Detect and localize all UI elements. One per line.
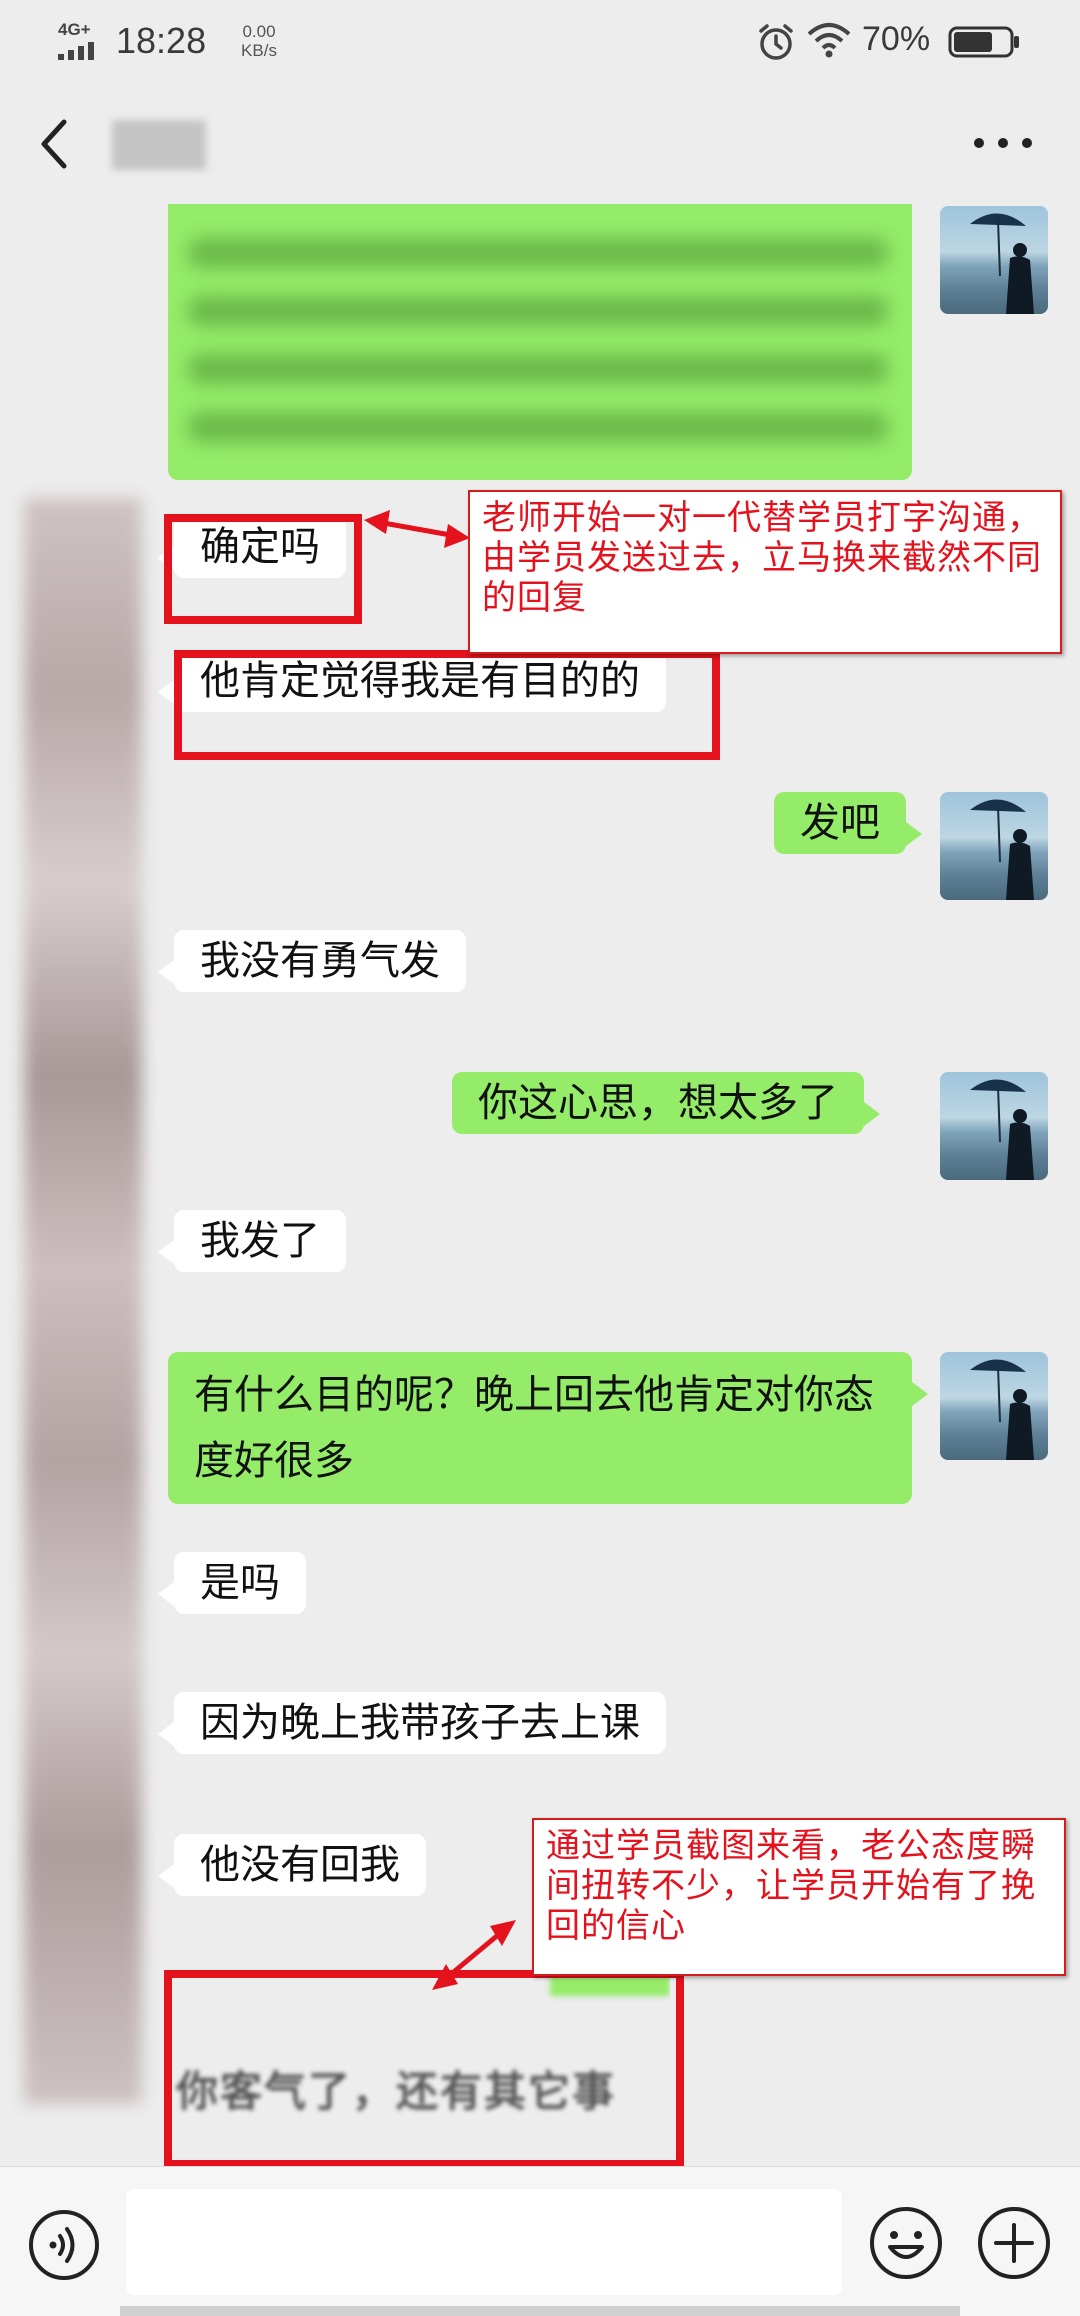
voice-icon[interactable] — [26, 2207, 102, 2283]
message-bubble[interactable]: 我没有勇气发 — [158, 930, 466, 992]
message-bubble[interactable]: 确定吗 — [158, 516, 346, 578]
message-bubble[interactable]: 你这心思，想太多了 — [452, 1072, 880, 1134]
battery-percent: 70% — [862, 20, 931, 58]
network-speed: 0.00 KB/s — [231, 22, 287, 60]
annotation-note: 老师开始一对一代替学员打字沟通，由学员发送过去，立马换来截然不同的回复 — [468, 490, 1062, 654]
avatar[interactable] — [940, 792, 1048, 900]
wifi-icon — [807, 23, 851, 58]
message-text: 发吧 — [800, 800, 880, 846]
message-text: 你这心思，想太多了 — [478, 1080, 838, 1126]
message-text: 因为晚上我带孩子去上课 — [200, 1700, 640, 1746]
status-time: 18:28 — [116, 20, 207, 61]
speed-unit: KB/s — [241, 41, 277, 60]
input-bar — [0, 2166, 1080, 2316]
message-list[interactable]: 确定吗 他肯定觉得我是有目的的 发吧 我没有勇气发 你这心思，想太多了 我发了 … — [0, 204, 1080, 2168]
message-bubble[interactable]: 有什么目的呢？晚上回去他肯定对你态度好很多 — [168, 1352, 928, 1504]
annotation-text: 老师开始一对一代替学员打字沟通，由学员发送过去，立马换来截然不同的回复 — [482, 498, 1042, 618]
avatar[interactable] — [940, 1072, 1048, 1180]
message-bubble[interactable]: 我发了 — [158, 1210, 346, 1272]
message-bubble[interactable]: 他肯定觉得我是有目的的 — [158, 650, 666, 712]
emoji-icon[interactable] — [866, 2203, 946, 2283]
message-bubble[interactable]: 是吗 — [158, 1552, 306, 1614]
annotation-text: 通过学员截图来看，老公态度瞬间扭转不少，让学员开始有了挽回的信心 — [546, 1826, 1036, 1946]
signal-icon: 4G+ — [58, 20, 104, 60]
message-text: 他没有回我 — [200, 1842, 400, 1888]
message-bubble[interactable]: 发吧 — [774, 792, 922, 854]
snippet-text: 你客气了，还有其它事 — [176, 2067, 617, 2116]
message-bubble[interactable]: 他没有回我 — [158, 1834, 426, 1896]
message-text: 有什么目的呢？晚上回去他肯定对你态度好很多 — [194, 1372, 874, 1484]
message-text: 我发了 — [200, 1218, 320, 1264]
chevron-left-icon[interactable] — [30, 114, 80, 174]
message-bubble[interactable]: 因为晚上我带孩子去上课 — [158, 1692, 666, 1754]
message-text: 是吗 — [200, 1560, 280, 1606]
message-text: 我没有勇气发 — [200, 938, 440, 984]
screenshot-snippet: 你客气了，还有其它事 — [170, 1974, 670, 2124]
message-text: 确定吗 — [200, 524, 320, 570]
contact-avatar-column — [24, 498, 142, 2104]
speed-value: 0.00 — [242, 22, 276, 41]
plus-icon[interactable] — [974, 2203, 1054, 2283]
more-dots-icon[interactable] — [970, 130, 1036, 156]
battery-icon — [948, 26, 1019, 58]
message-text: 他肯定觉得我是有目的的 — [200, 658, 640, 704]
annotation-note: 通过学员截图来看，老公态度瞬间扭转不少，让学员开始有了挽回的信心 — [532, 1818, 1066, 1976]
message-input[interactable] — [126, 2189, 842, 2295]
chat-header — [0, 84, 1080, 204]
status-bar: 4G+ 18:28 0.00 KB/s 70% — [0, 0, 1080, 84]
avatar[interactable] — [940, 206, 1048, 314]
avatar[interactable] — [940, 1352, 1048, 1460]
alarm-icon — [759, 24, 793, 60]
blurred-bubble-edge — [550, 1974, 670, 1996]
message-bubble-blurred[interactable] — [168, 204, 912, 480]
network-type: 4G+ — [58, 20, 91, 39]
blurred-text-lines — [188, 218, 888, 470]
contact-name — [112, 120, 206, 170]
bottom-edge — [120, 2306, 960, 2316]
